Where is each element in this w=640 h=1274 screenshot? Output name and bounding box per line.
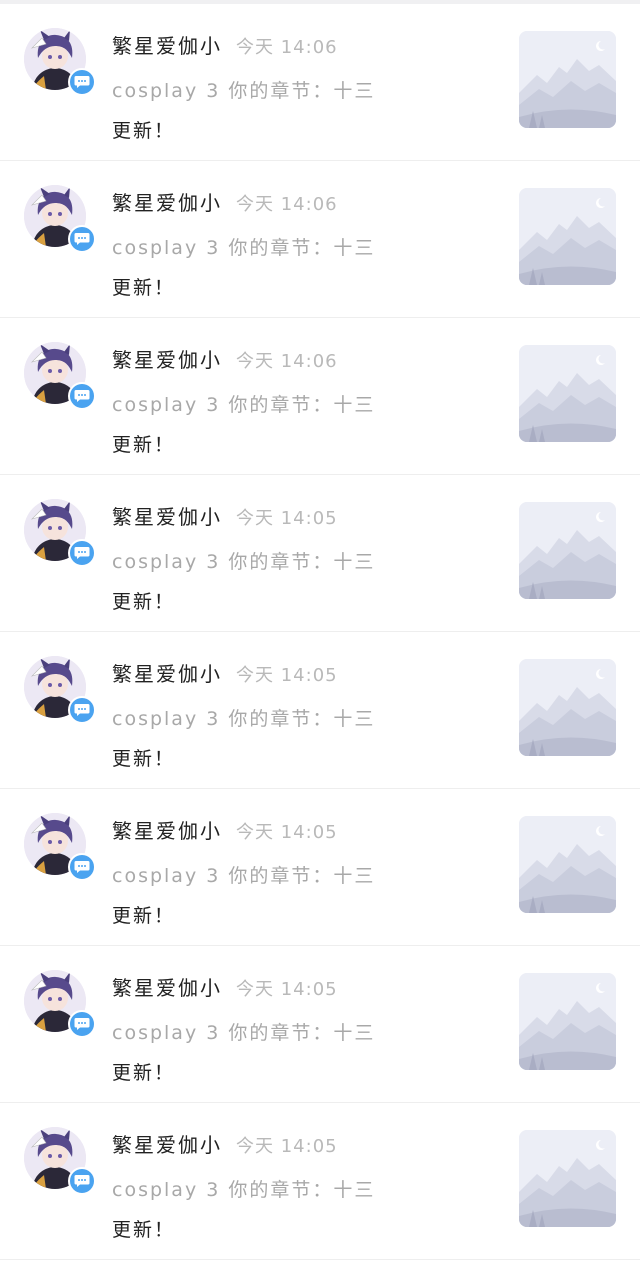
message-line-1: cosplay 3 你的章节：十三 (112, 1179, 376, 1201)
sender-name[interactable]: 繁星爱伽小 (112, 30, 222, 59)
notification-content: 繁星爱伽小 今天 14:05 cosplay 3 你的章节：十三 更新！ (112, 972, 392, 1093)
sender-name[interactable]: 繁星爱伽小 (112, 815, 222, 844)
message-line-2: 更新！ (112, 748, 176, 770)
chat-bubble-icon (68, 68, 96, 96)
timestamp: 今天 14:05 (236, 665, 338, 686)
message-line-2: 更新！ (112, 1062, 176, 1084)
message-line-2: 更新！ (112, 1219, 176, 1241)
notification-item[interactable]: 繁星爱伽小 今天 14:05 cosplay 3 你的章节：十三 更新！ (0, 1103, 640, 1260)
notification-item[interactable]: 繁星爱伽小 今天 14:06 cosplay 3 你的章节：十三 更新！ (0, 318, 640, 475)
sender-name[interactable]: 繁星爱伽小 (112, 501, 222, 530)
mountain-placeholder-icon[interactable] (519, 973, 616, 1070)
notification-message: cosplay 3 你的章节：十三 更新！ (112, 1013, 392, 1093)
notification-content: 繁星爱伽小 今天 14:06 cosplay 3 你的章节：十三 更新！ (112, 344, 392, 465)
notification-message: cosplay 3 你的章节：十三 更新！ (112, 1170, 392, 1250)
notification-content: 繁星爱伽小 今天 14:05 cosplay 3 你的章节：十三 更新！ (112, 1129, 392, 1250)
timestamp: 今天 14:05 (236, 508, 338, 529)
chat-bubble-icon (68, 225, 96, 253)
mountain-placeholder-icon[interactable] (519, 1130, 616, 1227)
notification-content: 繁星爱伽小 今天 14:05 cosplay 3 你的章节：十三 更新！ (112, 658, 392, 779)
notification-content: 繁星爱伽小 今天 14:06 cosplay 3 你的章节：十三 更新！ (112, 187, 392, 308)
message-line-1: cosplay 3 你的章节：十三 (112, 237, 376, 259)
notification-message: cosplay 3 你的章节：十三 更新！ (112, 71, 392, 151)
notification-content: 繁星爱伽小 今天 14:06 cosplay 3 你的章节：十三 更新！ (112, 30, 392, 151)
message-line-2: 更新！ (112, 591, 176, 613)
notification-list: 繁星爱伽小 今天 14:06 cosplay 3 你的章节：十三 更新！ 繁星爱… (0, 0, 640, 1274)
mountain-placeholder-icon[interactable] (519, 816, 616, 913)
sender-name[interactable]: 繁星爱伽小 (112, 344, 222, 373)
timestamp: 今天 14:06 (236, 351, 338, 372)
notification-item[interactable]: 繁星爱伽小 今天 14:05 cosplay 3 你的章节：十三 更新！ (0, 475, 640, 632)
mountain-placeholder-icon[interactable] (519, 188, 616, 285)
message-line-2: 更新！ (112, 277, 176, 299)
message-line-1: cosplay 3 你的章节：十三 (112, 1022, 376, 1044)
notification-meta: 繁星爱伽小 今天 14:05 (112, 658, 392, 687)
notification-meta: 繁星爱伽小 今天 14:06 (112, 187, 392, 216)
notification-message: cosplay 3 你的章节：十三 更新！ (112, 856, 392, 936)
message-line-2: 更新！ (112, 120, 176, 142)
mountain-placeholder-icon[interactable] (519, 345, 616, 442)
message-line-1: cosplay 3 你的章节：十三 (112, 708, 376, 730)
notification-meta: 繁星爱伽小 今天 14:05 (112, 1129, 392, 1158)
message-line-2: 更新！ (112, 905, 176, 927)
sender-name[interactable]: 繁星爱伽小 (112, 1129, 222, 1158)
timestamp: 今天 14:06 (236, 37, 338, 58)
sender-name[interactable]: 繁星爱伽小 (112, 658, 222, 687)
notification-item[interactable]: 繁星爱伽小 今天 14:05 cosplay 3 你的章节：十三 更新！ (0, 946, 640, 1103)
timestamp: 今天 14:05 (236, 1136, 338, 1157)
sender-name[interactable]: 繁星爱伽小 (112, 972, 222, 1001)
notification-meta: 繁星爱伽小 今天 14:05 (112, 501, 392, 530)
notification-message: cosplay 3 你的章节：十三 更新！ (112, 385, 392, 465)
notification-item[interactable]: 繁星爱伽小 今天 14:05 cosplay 3 你的章节：十三 更新！ (0, 632, 640, 789)
timestamp: 今天 14:05 (236, 979, 338, 1000)
timestamp: 今天 14:06 (236, 194, 338, 215)
chat-bubble-icon (68, 1010, 96, 1038)
message-line-1: cosplay 3 你的章节：十三 (112, 551, 376, 573)
message-line-2: 更新！ (112, 434, 176, 456)
notification-content: 繁星爱伽小 今天 14:05 cosplay 3 你的章节：十三 更新！ (112, 815, 392, 936)
notification-message: cosplay 3 你的章节：十三 更新！ (112, 699, 392, 779)
notification-meta: 繁星爱伽小 今天 14:06 (112, 30, 392, 59)
notification-item[interactable]: 繁星爱伽小 今天 14:05 cosplay 3 你的章节：十三 更新！ (0, 789, 640, 946)
chat-bubble-icon (68, 382, 96, 410)
message-line-1: cosplay 3 你的章节：十三 (112, 865, 376, 887)
notification-content: 繁星爱伽小 今天 14:05 cosplay 3 你的章节：十三 更新！ (112, 501, 392, 622)
notification-meta: 繁星爱伽小 今天 14:06 (112, 344, 392, 373)
notification-message: cosplay 3 你的章节：十三 更新！ (112, 228, 392, 308)
mountain-placeholder-icon[interactable] (519, 659, 616, 756)
chat-bubble-icon (68, 853, 96, 881)
notification-message: cosplay 3 你的章节：十三 更新！ (112, 542, 392, 622)
mountain-placeholder-icon[interactable] (519, 502, 616, 599)
chat-bubble-icon (68, 1167, 96, 1195)
timestamp: 今天 14:05 (236, 822, 338, 843)
notification-item[interactable]: 繁星爱伽小 今天 14:06 cosplay 3 你的章节：十三 更新！ (0, 4, 640, 161)
sender-name[interactable]: 繁星爱伽小 (112, 187, 222, 216)
notification-meta: 繁星爱伽小 今天 14:05 (112, 972, 392, 1001)
chat-bubble-icon (68, 539, 96, 567)
mountain-placeholder-icon[interactable] (519, 31, 616, 128)
message-line-1: cosplay 3 你的章节：十三 (112, 394, 376, 416)
chat-bubble-icon (68, 696, 96, 724)
notification-meta: 繁星爱伽小 今天 14:05 (112, 815, 392, 844)
notification-item[interactable]: 繁星爱伽小 今天 14:06 cosplay 3 你的章节：十三 更新！ (0, 161, 640, 318)
message-line-1: cosplay 3 你的章节：十三 (112, 80, 376, 102)
